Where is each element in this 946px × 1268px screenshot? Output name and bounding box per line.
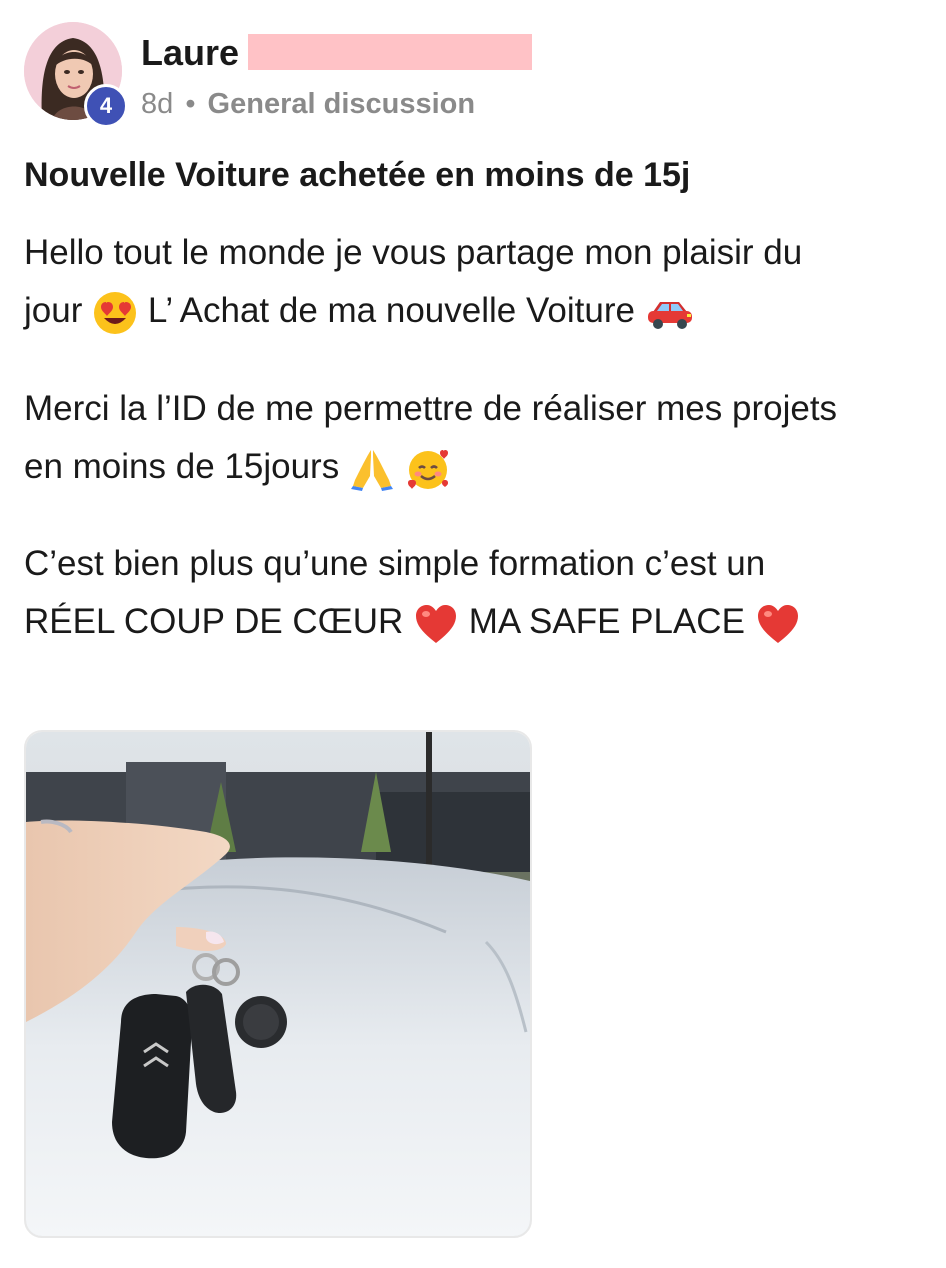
red-heart-icon [755,601,801,647]
paragraph-line: Merci la l’ID de me permettre de réalise… [24,389,838,428]
meta-separator: • [185,88,196,120]
car-icon [645,290,692,336]
level-badge: 4 [84,84,128,128]
paragraph-line: RÉEL COUP DE CŒUR MA SAFE PLACE [24,593,934,651]
author-name[interactable]: Laure [141,32,239,74]
paragraph-line: C’est bien plus qu’une simple formation … [24,544,766,583]
paragraph-line: jour L’ Achat de ma nouvelle Voiture [24,282,934,340]
post-title: Nouvelle Voiture achetée en moins de 15j [24,156,691,194]
text-span: L’ Achat de ma nouvelle Voiture [147,291,635,330]
paragraph-line: en moins de 15jours [24,438,934,496]
post-photo[interactable] [24,730,532,1238]
text-span: MA SAFE PLACE [468,602,745,641]
post-meta: 8d • General discussion [141,88,475,121]
text-span: en moins de 15jours [24,447,340,486]
red-heart-icon [413,601,459,647]
post-paragraph-2: Merci la l’ID de me permettre de réalise… [24,380,934,496]
smiling-face-with-heart-eyes-icon [92,290,138,336]
smiling-face-with-hearts-icon [405,446,451,492]
group-link[interactable]: General discussion [208,88,476,120]
post-header: 4 Laure 8d • General discussion [24,22,924,132]
post-paragraph-1: Hello tout le monde je vous partage mon … [24,224,934,340]
redacted-surname [248,34,532,70]
post-paragraph-3: C’est bien plus qu’une simple formation … [24,535,934,651]
paragraph-line: Hello tout le monde je vous partage mon … [24,233,803,272]
text-span: RÉEL COUP DE CŒUR [24,602,404,641]
post-age: 8d [141,88,174,120]
text-span: jour [24,291,83,330]
folded-hands-icon [349,446,395,492]
